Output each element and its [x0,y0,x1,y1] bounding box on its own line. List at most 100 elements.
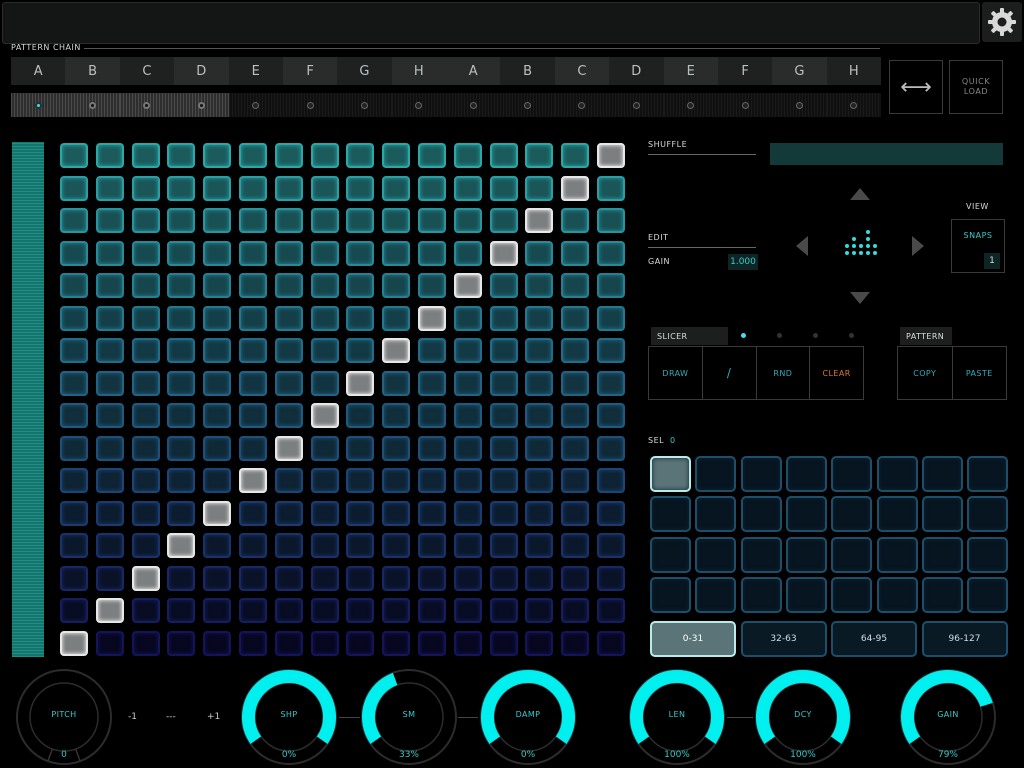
step-pad[interactable] [561,240,590,266]
chain-slot[interactable]: C [554,57,610,85]
step-pad[interactable] [167,500,196,526]
bank-pad[interactable] [695,496,737,533]
step-pad[interactable] [203,435,232,461]
step-pad[interactable] [167,370,196,396]
step-pad[interactable] [418,240,446,266]
bank-pad[interactable] [831,456,873,492]
slicer-page-dot[interactable] [849,333,854,338]
bank-pad[interactable] [650,576,691,613]
bank-pad[interactable] [695,536,737,573]
step-pad[interactable] [453,273,482,298]
step-pad[interactable] [274,403,303,428]
step-pad[interactable] [167,175,196,201]
chain-slot-indicator[interactable] [391,93,446,117]
step-pad[interactable] [453,468,482,493]
step-pad[interactable] [453,598,482,623]
step-pad[interactable] [525,370,554,396]
step-pad[interactable] [489,370,518,396]
step-pad[interactable] [310,175,339,201]
chain-slot-indicator[interactable] [446,93,501,117]
step-pad[interactable] [131,598,160,623]
step-pad[interactable] [597,630,625,656]
bank-pad[interactable] [921,496,963,533]
step-pad[interactable] [382,240,411,266]
step-pad[interactable] [346,500,375,526]
step-pad[interactable] [131,240,160,266]
step-pad[interactable] [525,533,554,558]
chain-slot[interactable]: B [500,57,555,85]
bank-pad[interactable] [831,536,873,573]
step-pad[interactable] [453,143,482,168]
step-pad[interactable] [167,598,196,623]
step-pad[interactable] [382,305,411,331]
bank-pad[interactable] [695,456,737,492]
step-pad[interactable] [274,175,303,201]
step-pad[interactable] [167,435,196,461]
step-pad[interactable] [95,370,124,396]
step-pad[interactable] [597,565,625,591]
chain-slot[interactable]: E [663,57,718,85]
slicer-page-dot[interactable] [777,333,782,338]
step-pad[interactable] [310,273,339,298]
step-pad[interactable] [203,500,232,526]
bank-pad[interactable] [921,456,963,492]
step-pad[interactable] [131,305,160,331]
step-pad[interactable] [382,175,411,201]
step-pad[interactable] [131,273,160,298]
chain-slot-indicator[interactable] [663,93,718,117]
bank-pad[interactable] [831,496,873,533]
step-pad[interactable] [203,338,232,363]
chain-slot-indicator[interactable] [500,93,555,117]
dcy-knob[interactable]: DCY 100% [753,667,853,767]
clear-button[interactable]: CLEAR [810,347,863,399]
step-pad[interactable] [525,208,554,233]
step-pad[interactable] [418,630,446,656]
bank-pad[interactable] [740,576,782,613]
step-pad[interactable] [131,533,160,558]
bank-pad[interactable] [876,456,918,492]
bank-range-button[interactable]: 64-95 [831,621,917,657]
step-pad[interactable] [597,208,625,233]
step-pad[interactable] [525,435,554,461]
step-pad[interactable] [95,500,124,526]
step-pad[interactable] [310,403,339,428]
arrow-up-icon[interactable] [850,188,870,200]
step-pad[interactable] [239,370,267,396]
step-pad[interactable] [561,403,590,428]
random-button[interactable]: RND [757,347,811,399]
step-pad[interactable] [382,533,411,558]
step-pad[interactable] [418,565,446,591]
step-pad[interactable] [131,143,160,168]
step-pad[interactable] [489,175,518,201]
step-pad[interactable] [561,175,590,201]
step-pad[interactable] [239,533,267,558]
step-pad[interactable] [346,403,375,428]
slope-button[interactable]: / [703,347,757,399]
step-pad[interactable] [453,208,482,233]
chain-slot[interactable]: A [11,57,66,85]
quick-load-button[interactable]: QUICK LOAD [949,60,1003,114]
step-pad[interactable] [131,630,160,656]
chain-slot[interactable]: H [826,57,881,85]
damp-knob[interactable]: DAMP 0% [478,667,578,767]
step-pad[interactable] [561,338,590,363]
step-pad[interactable] [489,533,518,558]
step-pad[interactable] [382,435,411,461]
step-pad[interactable] [418,305,446,331]
step-pad[interactable] [382,468,411,493]
step-pad[interactable] [597,435,625,461]
arrow-right-icon[interactable] [912,236,924,256]
pitch-reset-button[interactable]: --- [166,712,176,722]
step-pad[interactable] [382,598,411,623]
step-pad[interactable] [95,598,124,623]
step-pad[interactable] [203,143,232,168]
step-pad[interactable] [167,305,196,331]
arrow-left-icon[interactable] [796,236,808,256]
step-pad[interactable] [95,403,124,428]
step-pad[interactable] [489,598,518,623]
step-pad[interactable] [525,403,554,428]
step-pad[interactable] [561,208,590,233]
step-pad[interactable] [561,500,590,526]
step-pad[interactable] [95,175,124,201]
step-pad[interactable] [203,598,232,623]
